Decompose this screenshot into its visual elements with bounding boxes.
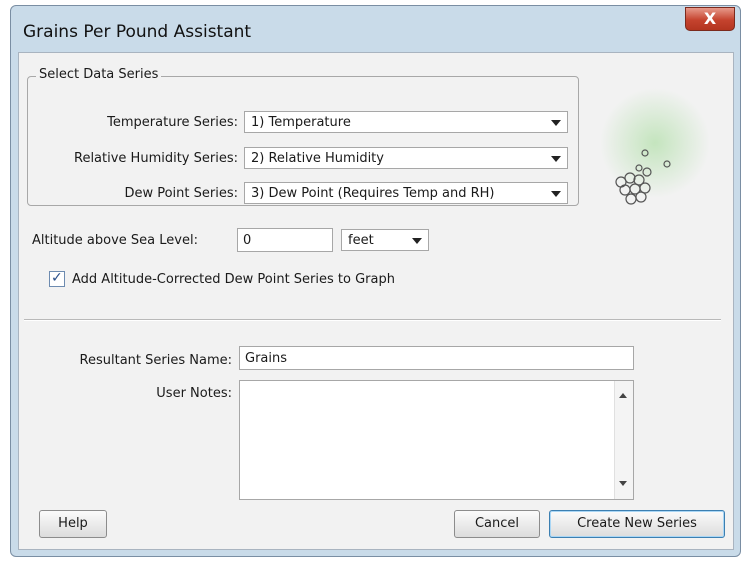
temperature-series-value: 1) Temperature [251, 115, 351, 130]
chevron-down-icon[interactable] [545, 148, 567, 168]
humidity-series-label: Relative Humidity Series: [74, 151, 238, 166]
altitude-input[interactable]: 0 [237, 228, 333, 252]
altitude-corrected-label[interactable]: Add Altitude-Corrected Dew Point Series … [72, 272, 395, 287]
cancel-button[interactable]: Cancel [454, 510, 540, 538]
create-new-series-button[interactable]: Create New Series [549, 510, 725, 538]
dew-point-series-value: 3) Dew Point (Requires Temp and RH) [251, 186, 495, 201]
notes-scrollbar[interactable] [614, 381, 633, 499]
dew-point-series-select[interactable]: 3) Dew Point (Requires Temp and RH) [244, 182, 568, 204]
help-button[interactable]: Help [39, 510, 107, 538]
check-icon: ✓ [51, 270, 63, 286]
chevron-down-icon[interactable] [406, 230, 428, 250]
chevron-down-icon[interactable] [545, 112, 567, 132]
user-notes-textarea[interactable] [239, 380, 634, 500]
altitude-label: Altitude above Sea Level: [32, 233, 198, 248]
series-name-value: Grains [245, 351, 288, 366]
data-series-legend: Select Data Series [36, 67, 162, 82]
humidity-series-select[interactable]: 2) Relative Humidity [244, 147, 568, 169]
altitude-value: 0 [243, 233, 252, 248]
temperature-series-label: Temperature Series: [107, 115, 238, 130]
altitude-unit-value: feet [348, 233, 374, 248]
temperature-series-select[interactable]: 1) Temperature [244, 111, 568, 133]
series-name-input[interactable]: Grains [239, 346, 634, 370]
close-button[interactable]: X [685, 7, 735, 31]
series-name-label: Resultant Series Name: [79, 353, 232, 368]
dew-point-series-label: Dew Point Series: [124, 186, 238, 201]
humidity-series-value: 2) Relative Humidity [251, 151, 384, 166]
close-icon: X [703, 9, 717, 28]
user-notes-label: User Notes: [156, 386, 232, 401]
scroll-down-icon[interactable] [615, 381, 633, 499]
window-title: Grains Per Pound Assistant [23, 22, 252, 42]
chevron-down-icon[interactable] [545, 183, 567, 203]
separator [24, 319, 721, 321]
title-bar[interactable]: Grains Per Pound Assistant X [11, 6, 740, 56]
altitude-corrected-checkbox[interactable]: ✓ [49, 270, 65, 287]
altitude-unit-select[interactable]: feet [341, 229, 429, 251]
bubbles-icon [600, 88, 710, 205]
